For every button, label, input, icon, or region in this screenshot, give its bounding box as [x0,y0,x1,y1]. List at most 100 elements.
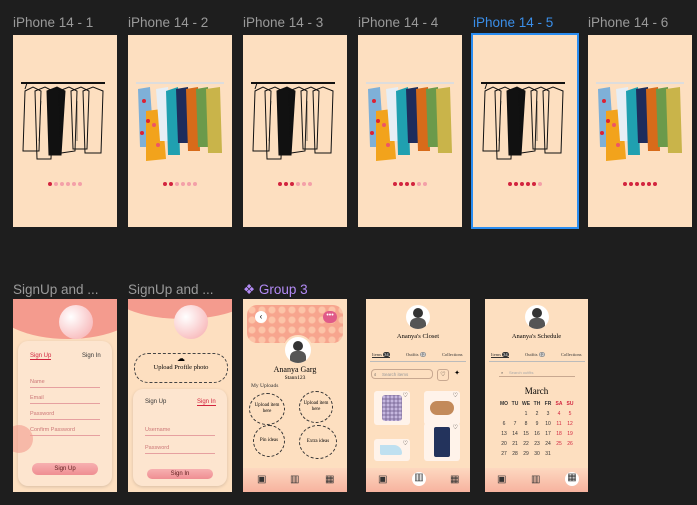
frame-label-2[interactable]: iPhone 14 - 2 [128,15,208,30]
frame-label-signup-2[interactable]: SignUp and ... [128,282,214,297]
calendar-day[interactable]: 28 [510,451,520,457]
page-dot[interactable] [278,182,282,186]
page-dot[interactable] [508,182,512,186]
calendar-day[interactable]: 19 [565,431,575,437]
onboarding-frame-5[interactable] [471,33,579,229]
page-dot[interactable] [302,182,306,186]
extra-ideas-bubble[interactable]: Extra ideas [299,425,337,459]
calendar-day[interactable]: 31 [543,451,553,457]
calendar-day[interactable]: 22 [521,441,531,447]
closet-item-heels[interactable]: ♡ [374,439,410,461]
calendar-icon[interactable]: ▦ [565,472,579,486]
calendar-day[interactable]: 24 [543,441,553,447]
search-input[interactable]: ⌕ Search outfits [499,369,575,377]
heart-icon[interactable]: ♡ [403,440,408,447]
page-dot[interactable] [181,182,185,186]
wardrobe-icon[interactable]: ▥ [290,474,299,485]
calendar-day[interactable]: 23 [532,441,542,447]
heart-icon[interactable]: ♡ [453,424,458,431]
signup-frame[interactable]: Sign Up Sign In Name Email Password Conf… [13,299,117,492]
calendar-day[interactable]: 20 [499,441,509,447]
heart-icon[interactable]: ♡ [403,392,408,399]
tab-outfits[interactable]: Outfits 12 [525,352,546,357]
page-dot[interactable] [623,182,627,186]
calendar-day[interactable]: 1 [521,411,531,417]
frame-label-3[interactable]: iPhone 14 - 3 [243,15,323,30]
add-photo-icon[interactable]: ▣ [257,474,266,485]
tab-collections[interactable]: Collections [442,352,463,357]
frame-label-1[interactable]: iPhone 14 - 1 [13,15,93,30]
email-field[interactable]: Email [30,395,44,401]
tab-items[interactable]: Items 34 [491,352,509,358]
calendar-day[interactable]: 8 [521,421,531,427]
pin-ideas-bubble[interactable]: Pin ideas [253,425,285,457]
calendar-day[interactable]: 7 [510,421,520,427]
page-dot[interactable] [532,182,536,186]
page-dot[interactable] [629,182,633,186]
calendar-day[interactable]: 13 [499,431,509,437]
search-input[interactable]: ⌕ Search items [371,369,433,379]
calendar-day[interactable]: 5 [565,411,575,417]
favorite-filter-icon[interactable]: ♡ [437,369,449,381]
heart-icon[interactable]: ♡ [453,392,458,399]
onboarding-frame-6[interactable] [588,35,692,227]
tab-items[interactable]: Items 34 [372,352,390,358]
page-dot[interactable] [399,182,403,186]
schedule-frame[interactable]: Ananya's Schedule Items 34 Outfits 12 Co… [485,299,588,492]
page-dot[interactable] [423,182,427,186]
page-dot[interactable] [48,182,52,186]
page-dot[interactable] [290,182,294,186]
onboarding-frame-3[interactable] [243,35,347,227]
profile-frame[interactable]: ‹ ••• Ananya Garg Stann123 My Uploads Up… [243,299,347,492]
frame-label-6[interactable]: iPhone 14 - 6 [588,15,668,30]
page-dot[interactable] [78,182,82,186]
page-dot[interactable] [647,182,651,186]
signup-button[interactable]: Sign Up [32,463,98,475]
page-dot[interactable] [526,182,530,186]
calendar-day[interactable]: 26 [565,441,575,447]
page-dot[interactable] [60,182,64,186]
page-dot[interactable] [405,182,409,186]
upload-bubble[interactable]: Upload item here [299,391,333,423]
upload-bubble[interactable]: Upload item here [249,393,285,425]
onboarding-frame-4[interactable] [358,35,462,227]
wardrobe-icon[interactable]: ▥ [412,472,426,486]
frame-label-5[interactable]: iPhone 14 - 5 [473,15,553,30]
calendar-day[interactable]: 3 [543,411,553,417]
closet-item-jeans[interactable]: ♡ [424,423,460,461]
calendar-day[interactable]: 18 [554,431,564,437]
more-icon[interactable]: ••• [323,311,337,323]
add-photo-icon[interactable]: ▣ [378,474,387,485]
page-dot[interactable] [393,182,397,186]
calendar-icon[interactable]: ▦ [325,474,334,485]
calendar-day[interactable]: 11 [554,421,564,427]
page-dot[interactable] [653,182,657,186]
page-dot[interactable] [284,182,288,186]
calendar-day[interactable]: 10 [543,421,553,427]
password-field[interactable]: Password [145,445,169,451]
username-field[interactable]: Username [145,427,170,433]
page-dot[interactable] [635,182,639,186]
page-dot[interactable] [308,182,312,186]
page-dot[interactable] [169,182,173,186]
calendar-day[interactable]: 14 [510,431,520,437]
page-dot[interactable] [175,182,179,186]
tab-outfits[interactable]: Outfits 12 [406,352,427,357]
calendar-icon[interactable]: ▦ [450,474,459,485]
frame-label-4[interactable]: iPhone 14 - 4 [358,15,438,30]
password-field[interactable]: Password [30,411,54,417]
tab-signup[interactable]: Sign Up [145,399,166,405]
calendar-day[interactable]: 29 [521,451,531,457]
calendar-day[interactable]: 12 [565,421,575,427]
calendar-day[interactable]: 9 [532,421,542,427]
onboarding-frame-1[interactable] [13,35,117,227]
page-dot[interactable] [538,182,542,186]
tab-signup[interactable]: Sign Up [30,353,52,360]
calendar-day[interactable]: 4 [554,411,564,417]
frame-label-group[interactable]: ❖ Group 3 [243,282,308,298]
upload-photo-button[interactable]: ☁ Upload Profile photo [134,353,228,383]
page-dot[interactable] [296,182,300,186]
calendar-day[interactable]: 27 [499,451,509,457]
confirm-password-field[interactable]: Confirm Password [30,427,75,433]
closet-frame[interactable]: Ananya's Closet Items 34 Outfits 12 Coll… [366,299,470,492]
